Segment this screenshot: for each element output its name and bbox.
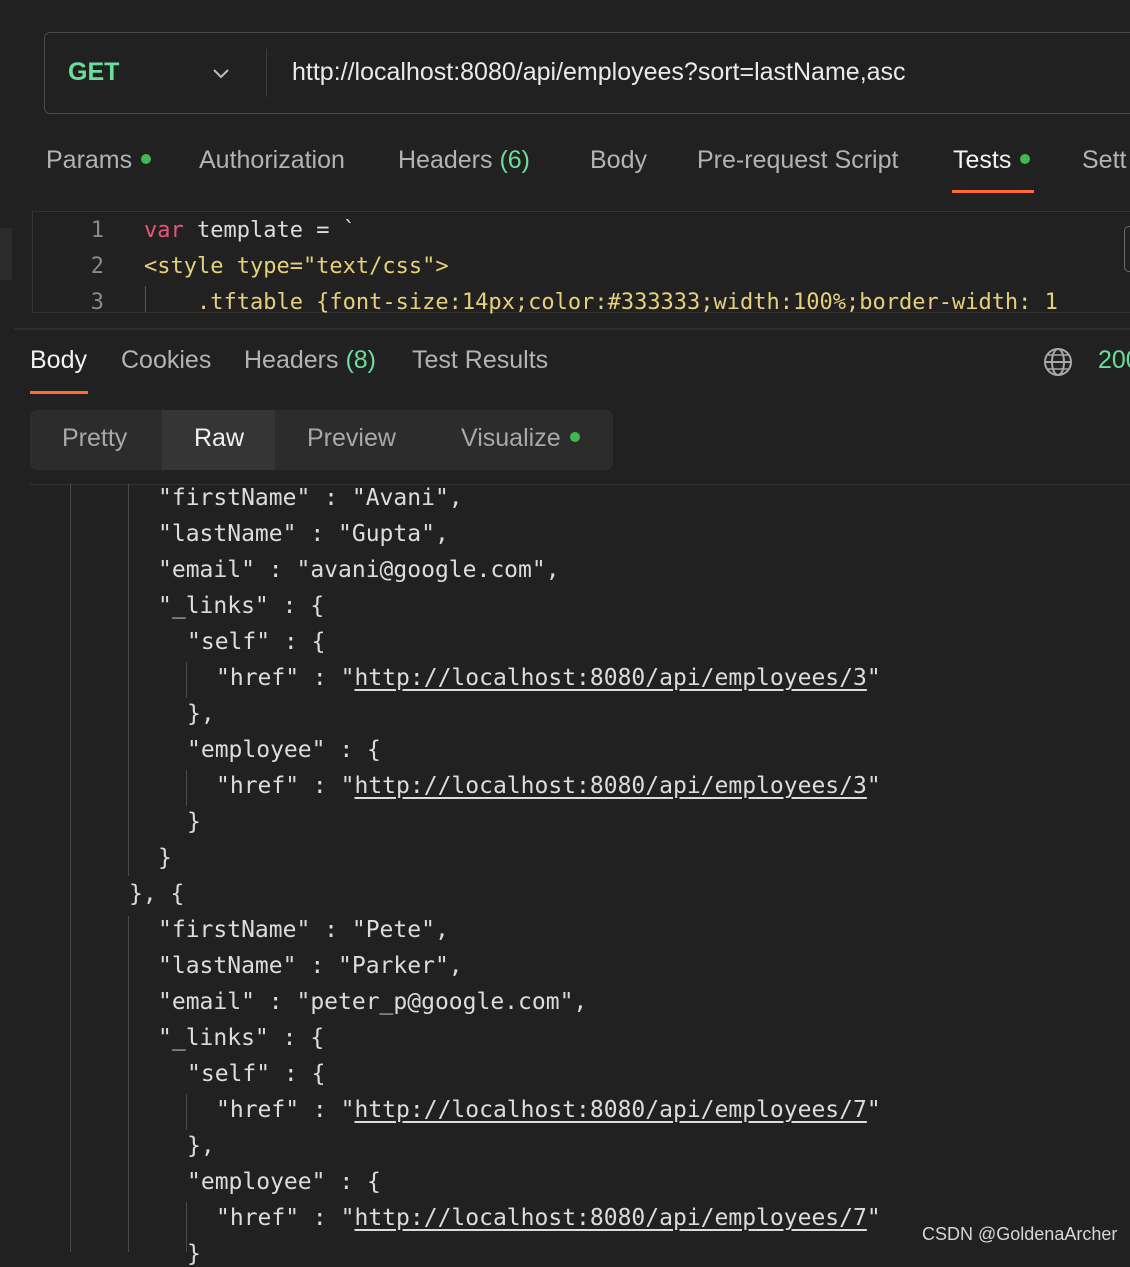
indent-guide [128,484,129,876]
sidebar-edge [0,228,12,280]
view-mode-raw[interactable]: Raw [194,424,244,453]
tab-params[interactable]: Params [46,146,152,175]
request-divider [266,49,267,97]
json-line: } [158,845,172,871]
indent-guide [186,770,187,806]
visualize-indicator-dot [569,432,580,443]
tab-params-label: Params [46,146,133,174]
code-line[interactable]: var template = ` [144,218,356,243]
line-number: 2 [90,254,104,279]
json-key: "href" : " [216,1097,355,1123]
json-line: "href" : "http://localhost:8080/api/empl… [216,773,881,799]
json-line: "self" : { [187,1061,326,1087]
indent-guide [186,662,187,698]
json-line: }, [187,701,215,727]
indent-guide [70,484,71,1252]
json-line: "firstName" : "Avani", [158,485,463,511]
json-link[interactable]: http://localhost:8080/api/employees/7 [354,1097,866,1123]
headers-count: (6) [499,146,531,174]
tab-headers[interactable]: Headers (6) [398,146,530,175]
json-line: }, [187,1133,215,1159]
tab-headers-label: Headers [398,146,493,174]
tab-pre-request-script[interactable]: Pre-request Script [697,146,898,175]
code-line[interactable]: <style type="text/css"> [144,254,449,279]
tab-response-headers-label: Headers [244,346,339,374]
watermark: CSDN @GoldenaArcher [922,1224,1118,1244]
json-quote: " [866,773,881,799]
json-line: "href" : "http://localhost:8080/api/empl… [216,665,881,691]
json-line: "employee" : { [187,737,381,763]
view-mode-visualize-label: Visualize [461,424,561,452]
params-indicator-dot [141,154,152,165]
globe-icon[interactable] [1042,346,1074,378]
tab-tests[interactable]: Tests [953,146,1031,175]
json-key: "href" : " [216,665,355,691]
editor-scrollbar[interactable] [1124,226,1130,272]
json-line: "lastName" : "Gupta", [158,521,449,547]
json-link[interactable]: http://localhost:8080/api/employees/7 [354,1205,866,1231]
line-number: 3 [90,290,104,315]
tab-body[interactable]: Body [590,146,647,175]
tab-test-results[interactable]: Test Results [412,346,548,375]
tab-tests-label: Tests [953,146,1012,174]
code-line[interactable]: .tftable {font-size:14px;color:#333333;w… [144,290,1058,315]
json-link[interactable]: http://localhost:8080/api/employees/3 [354,665,866,691]
json-line: "href" : "http://localhost:8080/api/empl… [216,1205,881,1231]
url-input[interactable]: http://localhost:8080/api/employees?sort… [292,58,906,87]
tests-indicator-dot [1020,154,1031,165]
response-headers-count: (8) [345,346,377,374]
indent-guide [128,916,129,1252]
pane-splitter[interactable] [14,328,1130,330]
tab-response-headers[interactable]: Headers (8) [244,346,376,375]
code-text: template = ` [183,218,356,243]
json-key: "href" : " [216,1205,355,1231]
indent-guide [186,1094,187,1130]
json-line: "href" : "http://localhost:8080/api/empl… [216,1097,881,1123]
chevron-down-icon[interactable] [210,62,232,84]
json-line: "email" : "avani@google.com", [158,557,560,583]
active-tab-underline [952,190,1034,193]
tab-cookies[interactable]: Cookies [121,346,211,375]
active-tab-underline [30,391,88,394]
method-select[interactable]: GET [68,58,119,87]
json-line: "_links" : { [158,1025,325,1051]
json-line: "self" : { [187,629,326,655]
json-line: }, { [129,881,185,907]
json-quote: " [866,665,881,691]
tab-response-body[interactable]: Body [30,346,87,375]
tab-authorization[interactable]: Authorization [199,146,345,175]
json-line: "firstName" : "Pete", [158,917,449,943]
view-mode-visualize[interactable]: Visualize [461,424,580,453]
view-mode-preview[interactable]: Preview [307,424,396,453]
json-line: } [187,809,201,835]
json-line: "email" : "peter_p@google.com", [158,989,588,1015]
json-line: "_links" : { [158,593,325,619]
view-mode-pretty[interactable]: Pretty [62,424,127,453]
json-quote: " [866,1097,881,1123]
json-link[interactable]: http://localhost:8080/api/employees/3 [354,773,866,799]
json-line: } [187,1241,201,1267]
code-keyword: var [144,218,184,243]
indent-guide [145,286,146,312]
line-number: 1 [90,218,104,243]
json-key: "href" : " [216,773,355,799]
json-line: "employee" : { [187,1169,381,1195]
json-quote: " [866,1205,881,1231]
tab-settings[interactable]: Sett [1082,146,1126,175]
json-line: "lastName" : "Parker", [158,953,463,979]
status-code: 200 [1098,346,1130,374]
